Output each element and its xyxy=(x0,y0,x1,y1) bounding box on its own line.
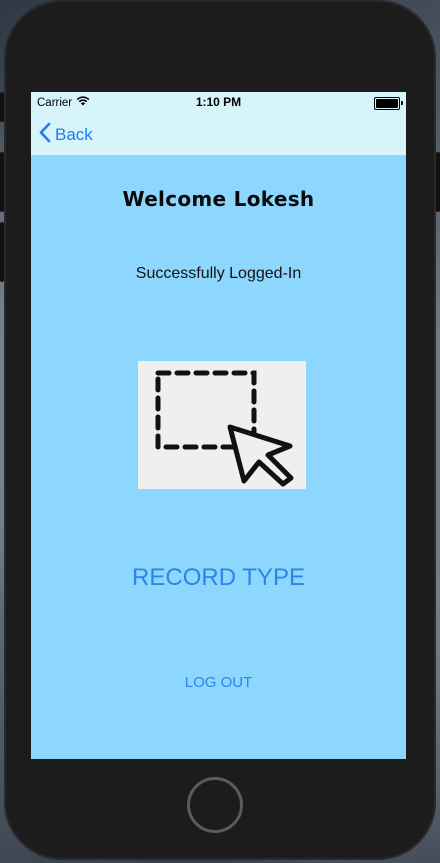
status-bar: Carrier 1:10 PM xyxy=(31,92,406,112)
record-type-button[interactable]: RECORD TYPE xyxy=(31,564,406,592)
battery-level xyxy=(376,99,398,108)
selection-cursor-image xyxy=(138,361,306,489)
welcome-heading: Welcome Lokesh xyxy=(122,187,315,211)
battery-icon xyxy=(374,97,403,110)
battery-nub xyxy=(401,101,403,105)
navigation-bar: Back xyxy=(31,112,406,156)
volume-down-button xyxy=(0,222,4,282)
logout-button[interactable]: LOG OUT xyxy=(31,674,406,691)
app-screen: Carrier 1:10 PM Back Welcome Lokesh Succ… xyxy=(31,92,406,759)
login-status-text: Successfully Logged-In xyxy=(135,265,302,282)
power-button xyxy=(436,152,440,212)
home-button[interactable] xyxy=(187,777,243,833)
selection-cursor-icon xyxy=(155,370,294,487)
back-label: Back xyxy=(55,125,93,144)
chevron-left-icon xyxy=(39,122,51,148)
status-time: 1:10 PM xyxy=(195,95,242,109)
volume-up-button xyxy=(0,152,4,212)
mute-switch xyxy=(0,92,4,122)
back-button[interactable]: Back xyxy=(39,122,93,148)
